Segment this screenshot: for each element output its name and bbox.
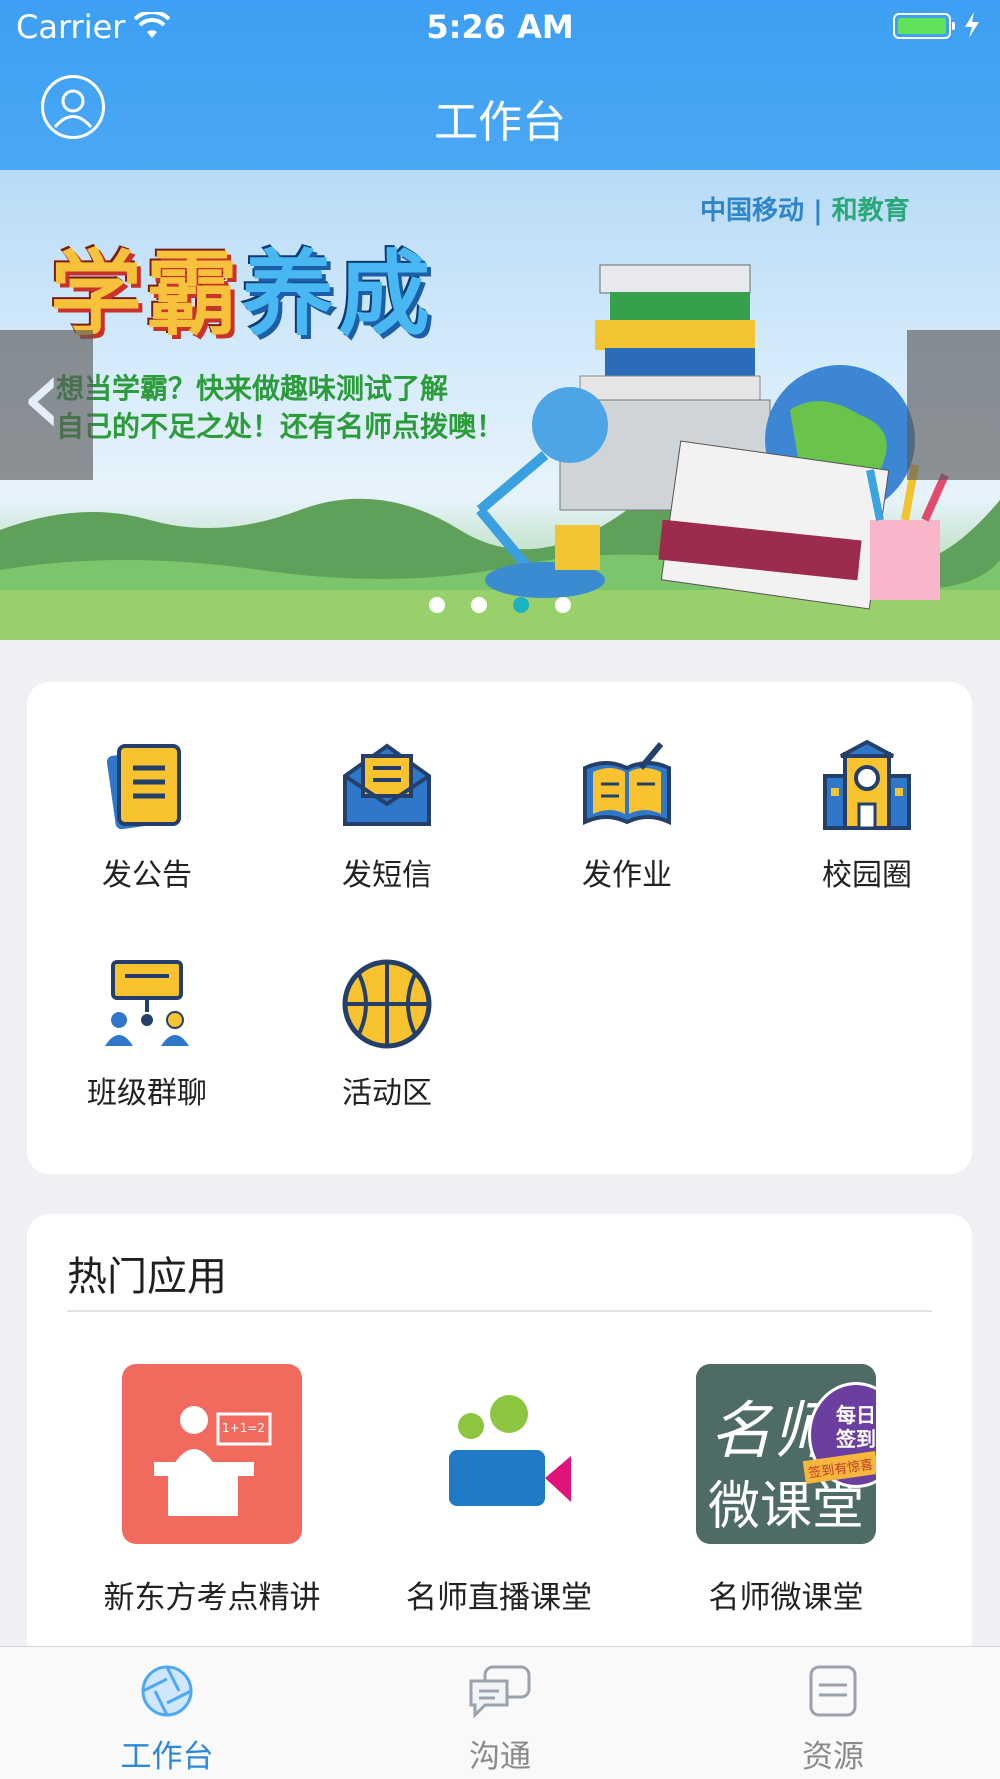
- tab-label: 工作台: [120, 1739, 214, 1775]
- tab-resources[interactable]: 资源: [666, 1663, 1000, 1776]
- workbench-icon: [141, 1665, 193, 1717]
- tab-bar: 工作台 沟通 资源: [0, 1646, 1000, 1779]
- badge-text: 每日: [836, 1403, 876, 1427]
- notice-icon: [106, 744, 181, 830]
- message-icon: [343, 743, 431, 826]
- homework-icon: [583, 742, 671, 826]
- carousel-dot[interactable]: [429, 597, 445, 613]
- thumbnail-text: 1+1=2: [222, 1421, 266, 1435]
- carousel-dot[interactable]: [471, 597, 487, 613]
- app-label: 新东方考点精讲: [103, 1580, 321, 1616]
- app-xdf-exam-points[interactable]: 1+1=2 新东方考点精讲: [62, 1364, 362, 1617]
- app-live-classroom[interactable]: 名师直播课堂: [349, 1364, 649, 1617]
- page-title: 工作台: [434, 97, 566, 148]
- action-label: 校园圈: [822, 858, 912, 893]
- action-homework[interactable]: 发作业: [507, 738, 747, 893]
- action-label: 班级群聊: [87, 1076, 207, 1111]
- action-activity-zone[interactable]: 活动区: [267, 956, 507, 1111]
- app-thumbnail: 1+1=2: [122, 1364, 302, 1544]
- carousel-dot-active[interactable]: [513, 597, 529, 613]
- hot-apps-card: 热门应用 1+1=2 新东方考点精讲 名师直播课堂 名师 微课堂 每日 签到 签…: [27, 1214, 972, 1674]
- banner-subtitle-line-2: 自己的不足之处！还有名师点拨噢！: [56, 410, 505, 443]
- divider: [67, 1310, 932, 1312]
- quick-actions-card: 发公告 发短信 发作业 校园圈 班级群聊 活动区: [27, 682, 972, 1174]
- status-bar: Carrier 5:26 AM: [0, 0, 1000, 55]
- app-thumbnail: [409, 1364, 589, 1544]
- action-campus[interactable]: 校园圈: [747, 738, 987, 893]
- action-message[interactable]: 发短信: [267, 738, 507, 893]
- group-chat-icon: [105, 960, 189, 1046]
- app-header: Carrier 5:26 AM 工作台: [0, 0, 1000, 170]
- resource-icon: [809, 1665, 857, 1717]
- tab-label: 沟通: [469, 1739, 531, 1775]
- app-label: 名师微课堂: [708, 1580, 864, 1616]
- action-label: 发短信: [342, 858, 432, 893]
- clock: 5:26 AM: [426, 8, 574, 46]
- battery-icon: [893, 13, 955, 39]
- carousel-next-button[interactable]: [907, 330, 1000, 480]
- tab-label: 资源: [802, 1739, 864, 1775]
- banner-subtitle: 想当学霸？快来做趣味测试了解 自己的不足之处！还有名师点拨噢！: [56, 370, 504, 446]
- app-thumbnail: 名师 微课堂 每日 签到 签到有惊喜: [696, 1364, 876, 1544]
- promo-banner[interactable]: 中国移动 | 和教育 学霸养成 想当学霸？快来做趣味测试了解 自己的不足之处！还…: [0, 170, 1000, 640]
- app-label: 名师直播课堂: [406, 1580, 592, 1616]
- badge-text: 签到: [836, 1427, 876, 1451]
- brand-logo: 中国移动 | 和教育: [700, 196, 910, 226]
- basketball-icon: [342, 959, 432, 1049]
- action-group-chat[interactable]: 班级群聊: [27, 956, 267, 1111]
- carousel-indicator: [0, 597, 1000, 613]
- tab-workbench[interactable]: 工作台: [0, 1663, 334, 1776]
- app-micro-classroom[interactable]: 名师 微课堂 每日 签到 签到有惊喜 名师微课堂: [636, 1364, 936, 1617]
- section-title: 热门应用: [67, 1254, 227, 1300]
- carousel-dot[interactable]: [555, 597, 571, 613]
- banner-subtitle-line-1: 想当学霸？快来做趣味测试了解: [56, 372, 449, 405]
- tab-chat[interactable]: 沟通: [333, 1663, 667, 1776]
- action-notice[interactable]: 发公告: [27, 738, 267, 893]
- carousel-prev-button[interactable]: [0, 330, 93, 480]
- charging-icon: [962, 10, 982, 48]
- action-label: 活动区: [342, 1076, 432, 1111]
- video-camera-icon: [449, 1395, 571, 1506]
- chat-icon: [469, 1665, 531, 1719]
- campus-icon: [823, 739, 911, 830]
- banner-headline: 学霸养成: [50, 241, 435, 348]
- action-label: 发公告: [102, 858, 192, 893]
- action-label: 发作业: [582, 858, 672, 893]
